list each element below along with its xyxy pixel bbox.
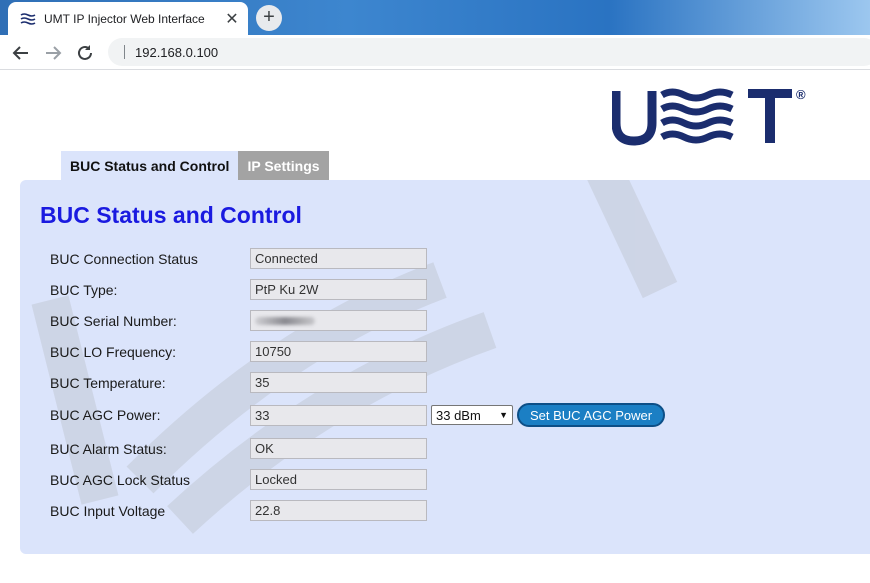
- field-agc-lock-status: Locked: [250, 469, 427, 490]
- browser-tab[interactable]: UMT IP Injector Web Interface ✕: [8, 2, 248, 35]
- address-text: 192.168.0.100: [135, 44, 219, 60]
- umt-watermark: [31, 180, 678, 534]
- label-buc-type: BUC Type:: [50, 281, 118, 298]
- label-serial-number: BUC Serial Number:: [50, 312, 177, 329]
- back-icon[interactable]: [9, 41, 33, 65]
- row-serial-number: BUC Serial Number:: [50, 310, 427, 331]
- row-agc-lock-status: BUC AGC Lock Status Locked: [50, 469, 427, 490]
- umt-logo: ®: [611, 85, 812, 152]
- label-alarm-status: BUC Alarm Status:: [50, 440, 167, 457]
- agc-power-select[interactable]: 33 dBm ▼: [431, 405, 513, 425]
- label-input-voltage: BUC Input Voltage: [50, 502, 166, 519]
- page-content: ® BUC Status and Control IP Settings BUC…: [0, 71, 870, 583]
- browser-tab-strip: UMT IP Injector Web Interface ✕ +: [0, 0, 870, 35]
- address-bar[interactable]: 192.168.0.100: [108, 38, 870, 66]
- label-connection-status: BUC Connection Status: [50, 250, 198, 267]
- row-connection-status: BUC Connection Status Connected: [50, 248, 427, 269]
- registered-mark: ®: [796, 87, 806, 102]
- buc-status-panel: BUC Status and Control BUC Connection St…: [20, 180, 870, 554]
- browser-toolbar: 192.168.0.100: [0, 35, 870, 70]
- new-tab-button[interactable]: +: [256, 5, 282, 31]
- field-serial-number: [250, 310, 427, 331]
- row-lo-frequency: BUC LO Frequency: 10750: [50, 341, 427, 362]
- agc-power-select-value: 33 dBm: [436, 407, 481, 423]
- forward-icon[interactable]: [41, 41, 65, 65]
- row-agc-power: BUC AGC Power: 33 33 dBm ▼ Set BUC AGC P…: [50, 403, 666, 427]
- tab-buc-status-and-control[interactable]: BUC Status and Control: [61, 151, 239, 180]
- panel-title: BUC Status and Control: [40, 202, 302, 228]
- label-temperature: BUC Temperature:: [50, 374, 166, 391]
- row-buc-type: BUC Type: PtP Ku 2W: [50, 279, 427, 300]
- label-agc-lock-status: BUC AGC Lock Status: [50, 471, 191, 488]
- umt-favicon-icon: [20, 12, 36, 25]
- close-tab-icon[interactable]: ✕: [222, 9, 242, 29]
- set-agc-power-button[interactable]: Set BUC AGC Power: [517, 403, 666, 427]
- browser-tab-title: UMT IP Injector Web Interface: [44, 11, 205, 26]
- label-lo-frequency: BUC LO Frequency:: [50, 343, 177, 360]
- row-alarm-status: BUC Alarm Status: OK: [50, 438, 427, 459]
- chevron-down-icon: ▼: [499, 410, 508, 420]
- address-separator: [124, 45, 125, 59]
- row-temperature: BUC Temperature: 35: [50, 372, 427, 393]
- field-temperature: 35: [250, 372, 427, 393]
- label-agc-power: BUC AGC Power:: [50, 407, 161, 423]
- field-agc-power: 33: [250, 404, 427, 426]
- field-lo-frequency: 10750: [250, 341, 427, 362]
- reload-icon[interactable]: [73, 41, 97, 65]
- field-input-voltage: 22.8: [250, 500, 427, 521]
- page-tabs: BUC Status and Control IP Settings: [61, 151, 329, 180]
- field-buc-type: PtP Ku 2W: [250, 279, 427, 300]
- redacted-serial: [255, 316, 315, 325]
- row-input-voltage: BUC Input Voltage 22.8: [50, 500, 427, 521]
- field-connection-status: Connected: [250, 248, 427, 269]
- field-alarm-status: OK: [250, 438, 427, 459]
- tab-ip-settings[interactable]: IP Settings: [238, 151, 329, 180]
